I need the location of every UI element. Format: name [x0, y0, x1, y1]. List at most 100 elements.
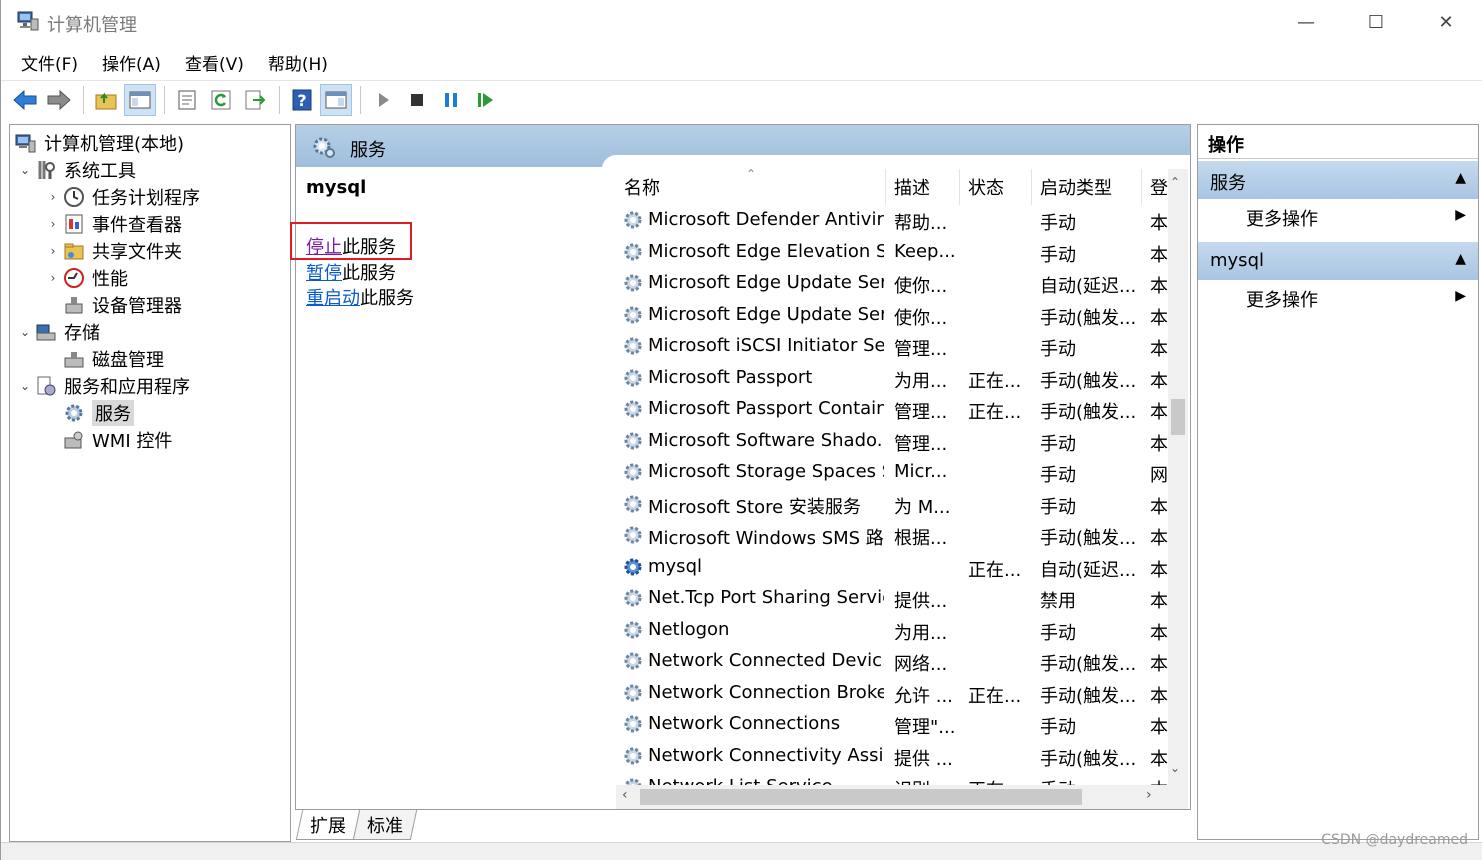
tree-item-services[interactable]: 服务 [62, 399, 134, 426]
pause-service-link[interactable]: 暂停 [306, 263, 342, 284]
help-button[interactable]: ? [286, 84, 318, 116]
tab-extended[interactable]: 扩展 [295, 810, 361, 840]
table-row[interactable]: Microsoft Edge Update Ser... 使你... 手动(触发..… [616, 300, 1188, 332]
table-row[interactable]: Microsoft Defender Antivir... 帮助... 手动 本 [616, 205, 1188, 237]
menu-help[interactable]: 帮助(H) [256, 46, 340, 79]
expand-chevron-icon[interactable]: › [44, 190, 62, 204]
service-description-cell: 使你... [894, 307, 948, 329]
tree-item-event-viewer[interactable]: › 事件查看器 [44, 210, 182, 237]
expand-chevron-icon[interactable]: › [44, 271, 62, 285]
minimize-button[interactable]: — [1271, 0, 1341, 44]
column-header-startup-type[interactable]: 启动类型 [1032, 169, 1142, 205]
table-row[interactable]: Net.Tcp Port Sharing Service 提供... 禁用 本 [616, 583, 1188, 615]
collapse-triangle-icon[interactable]: ▲ [1455, 251, 1466, 267]
service-description-cell: 管理"... [894, 717, 956, 738]
service-logon-cell: 网 [1150, 465, 1168, 486]
collapse-chevron-icon[interactable]: ⌄ [16, 163, 34, 177]
tree-item-shared-folders[interactable]: › 共享文件夹 [44, 237, 182, 264]
services-pane: 服务 mysql 停止此服务 暂停此服务 重启动此服务 名称 ⌃ 描述 状态 启… [290, 124, 1191, 810]
refresh-button[interactable] [205, 84, 237, 116]
table-row[interactable]: Network Connectivity Assis... 提供 ... 手动(触发… [616, 741, 1188, 773]
service-description-cell: 提供 ... [894, 748, 953, 770]
table-row[interactable]: Network Connection Broker 允许 ... 正在... 手动(触… [616, 678, 1188, 710]
gear-icon [622, 524, 644, 546]
table-row[interactable]: Microsoft Store 安装服务 为 M... 手动 本 [616, 489, 1188, 521]
column-header-name[interactable]: 名称 ⌃ [616, 169, 886, 205]
service-name-cell: Microsoft Edge Update Ser... [648, 272, 884, 293]
stop-service-link[interactable]: 停止 [306, 237, 342, 258]
vertical-scroll-thumb[interactable] [1171, 399, 1185, 435]
computer-management-icon [14, 131, 38, 155]
pause-service-button[interactable] [435, 84, 467, 116]
tree-item-task-scheduler[interactable]: › 任务计划程序 [44, 183, 200, 210]
tree-item-services-and-applications[interactable]: ⌄ 服务和应用程序 [16, 372, 190, 399]
start-service-button[interactable] [367, 84, 399, 116]
export-list-button[interactable] [239, 84, 271, 116]
gear-icon [622, 619, 644, 641]
table-row[interactable]: Network Connections 管理"... 手动 本 [616, 709, 1188, 741]
tree-item-device-manager[interactable]: 设备管理器 [62, 291, 182, 318]
vertical-scrollbar[interactable]: ⌃ ⌄ [1168, 169, 1188, 785]
back-button[interactable] [9, 84, 41, 116]
table-row[interactable]: Microsoft Software Shado... 管理... 手动 本 [616, 426, 1188, 458]
tree-item-system-tools[interactable]: ⌄ 系统工具 [16, 156, 136, 183]
actions-section-services[interactable]: 服务 ▲ [1198, 161, 1478, 199]
menu-action[interactable]: 操作(A) [90, 46, 173, 79]
more-actions-mysql[interactable]: 更多操作 ▶ [1198, 280, 1478, 316]
collapse-chevron-icon[interactable]: ⌄ [16, 325, 34, 339]
table-row[interactable]: Netlogon 为用... 手动 本 [616, 615, 1188, 647]
table-row[interactable]: Microsoft Passport Container 管理... 正在... 手动… [616, 394, 1188, 426]
maximize-button[interactable]: ☐ [1341, 0, 1411, 44]
service-name-cell: Microsoft Defender Antivir... [648, 209, 884, 230]
collapse-triangle-icon[interactable]: ▲ [1455, 170, 1466, 186]
tools-icon [34, 158, 58, 182]
services-list: 名称 ⌃ 描述 状态 启动类型 登 Microsoft Defender Ant… [616, 169, 1188, 809]
scroll-down-icon[interactable]: ⌄ [1170, 761, 1180, 775]
properties-button[interactable] [171, 84, 203, 116]
column-header-logon[interactable]: 登 [1142, 169, 1168, 205]
service-logon-cell: 本 [1150, 717, 1168, 738]
actions-section-mysql[interactable]: mysql ▲ [1198, 242, 1478, 280]
table-row[interactable]: Network Connected Devic... 网络... 手动(触发... 本 [616, 646, 1188, 678]
menu-view[interactable]: 查看(V) [173, 46, 256, 79]
collapse-chevron-icon[interactable]: ⌄ [16, 379, 34, 393]
table-row[interactable]: Microsoft Edge Update Ser... 使你... 自动(延迟..… [616, 268, 1188, 300]
table-row[interactable]: Microsoft Passport 为用... 正在... 手动(触发... 本 [616, 363, 1188, 395]
scroll-left-icon[interactable]: ‹ [622, 787, 628, 803]
table-row[interactable]: Microsoft Edge Elevation S... Keep... 手动 本 [616, 237, 1188, 269]
service-name-cell: Microsoft Windows SMS 路... [648, 528, 884, 549]
table-row[interactable]: mysql 正在... 自动(延迟... 本 [616, 552, 1188, 584]
table-row[interactable]: Microsoft Windows SMS 路... 根据... 手动(触发... 本 [616, 520, 1188, 552]
menu-file[interactable]: 文件(F) [9, 46, 90, 79]
restart-service-button[interactable] [469, 84, 501, 116]
scroll-right-icon[interactable]: › [1146, 787, 1152, 803]
table-row[interactable]: Microsoft Storage Spaces S... Micr... 手动 网 [616, 457, 1188, 489]
expand-chevron-icon[interactable]: › [44, 244, 62, 258]
tree-item-root[interactable]: 计算机管理(本地) [14, 129, 184, 156]
tab-standard[interactable]: 标准 [352, 810, 418, 840]
more-actions-services[interactable]: 更多操作 ▶ [1198, 199, 1478, 235]
table-row[interactable]: Microsoft iSCSI Initiator Ser... 管理... 手动 本 [616, 331, 1188, 363]
service-logon-cell: 本 [1150, 685, 1168, 707]
horizontal-scroll-thumb[interactable] [640, 789, 1082, 805]
service-startup-cell: 手动 [1040, 244, 1076, 266]
service-startup-cell: 手动(触发... [1040, 370, 1137, 392]
show-hide-tree-button[interactable] [124, 83, 156, 116]
stop-service-button[interactable] [401, 84, 433, 116]
close-button[interactable]: ✕ [1411, 0, 1481, 44]
tree-item-storage[interactable]: ⌄ 存储 [16, 318, 100, 345]
column-header-status[interactable]: 状态 [960, 169, 1032, 205]
expand-chevron-icon[interactable]: › [44, 217, 62, 231]
restart-service-link[interactable]: 重启动 [306, 288, 360, 309]
tree-item-disk-management[interactable]: 磁盘管理 [62, 345, 164, 372]
services-header: 服务 [296, 125, 1190, 169]
scroll-up-icon[interactable]: ⌃ [1170, 175, 1180, 189]
horizontal-scrollbar[interactable]: ‹ › [616, 785, 1188, 809]
tree-item-performance[interactable]: › 性能 [44, 264, 128, 291]
up-folder-button[interactable] [90, 84, 122, 116]
forward-button[interactable] [43, 84, 75, 116]
action-pane-toggle-button[interactable] [320, 83, 352, 116]
toolbar-separator [279, 85, 280, 114]
tree-item-wmi-control[interactable]: WMI 控件 [62, 426, 172, 453]
column-header-description[interactable]: 描述 [886, 169, 960, 205]
